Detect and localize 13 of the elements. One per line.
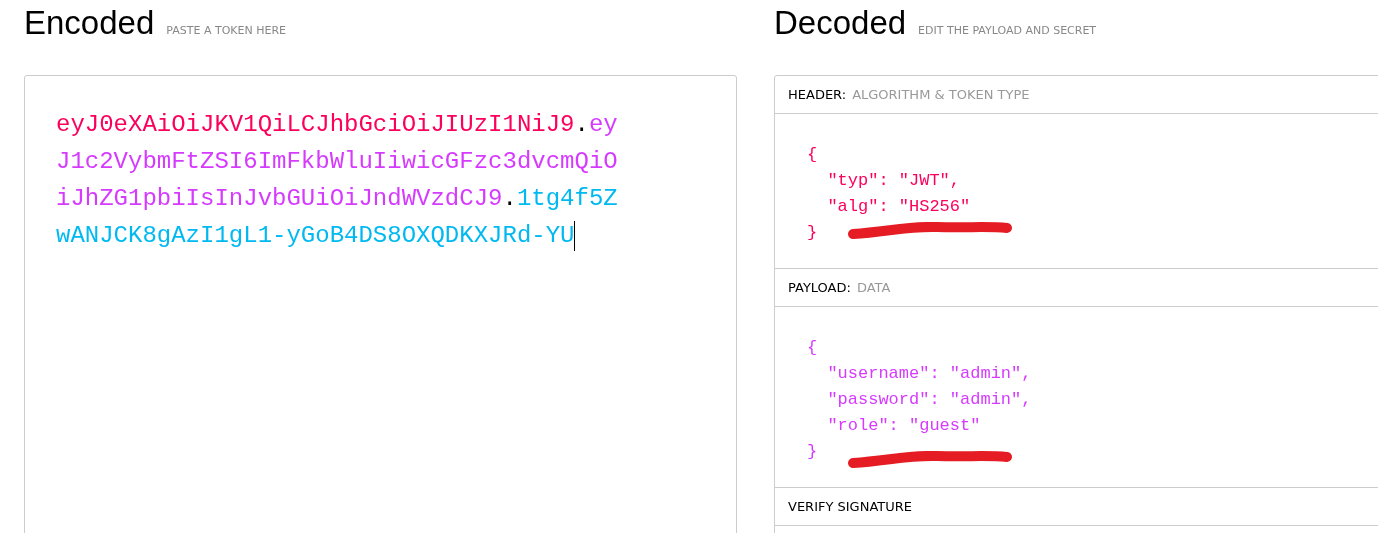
- encoded-hint: PASTE A TOKEN HERE: [166, 24, 286, 37]
- section-label: PAYLOAD:: [788, 280, 851, 295]
- section-label: VERIFY SIGNATURE: [788, 499, 912, 514]
- decoded-title: Decoded: [774, 4, 907, 42]
- token-input-field[interactable]: eyJ0eXAiOiJKV1QiLCJhbGciOiJIUzI1NiJ9.eyJ1c2VybmFtZSI6ImFkbWluIiwicGFzc3dvcmQiOiJhZG1pbiIsInJvbGUiOiJndWVzdCJ9.1tg4f5ZwANJCK8gAzI1gL1-yGoB4DS8OXQDKXJRd-YU: [24, 75, 737, 533]
- encoded-title: Encoded: [24, 4, 155, 42]
- text-cursor: [574, 220, 576, 251]
- section-label: HEADER:: [788, 87, 847, 102]
- decoded-hint: EDIT THE PAYLOAD AND SECRET: [918, 24, 1097, 37]
- section-description: ALGORITHM & TOKEN TYPE: [852, 87, 1030, 102]
- json-editor[interactable]: { "username": "admin", "password": "admin", "role": "guest" }: [807, 335, 1032, 465]
- section-description: DATA: [856, 280, 891, 295]
- json-editor[interactable]: { "typ": "JWT", "alg": "HS256" }: [807, 142, 971, 246]
